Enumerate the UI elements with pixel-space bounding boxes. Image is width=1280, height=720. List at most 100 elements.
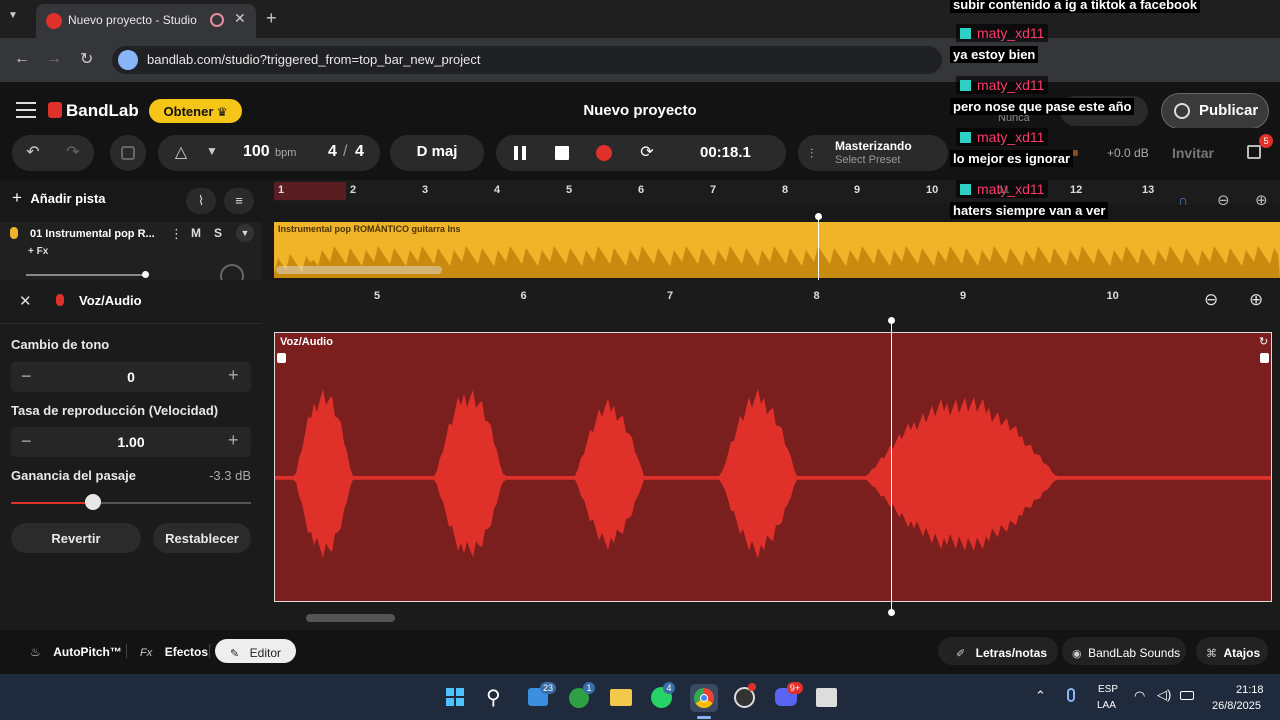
track-more-icon[interactable]: ⋮ — [170, 226, 183, 242]
tray-expand-icon[interactable]: ⌃ — [1035, 688, 1046, 704]
recording-indicator-icon — [210, 13, 224, 27]
close-tab-icon[interactable]: ✕ — [234, 10, 246, 27]
address-bar[interactable]: bandlab.com/studio?triggered_from=top_ba… — [112, 46, 942, 74]
editor-playhead-handle[interactable] — [888, 317, 895, 324]
track-expand-icon[interactable]: ▼ — [236, 224, 254, 242]
track-volume-knob[interactable] — [142, 271, 149, 278]
rate-increase-button[interactable]: + — [228, 430, 239, 451]
track-settings-button[interactable]: ≡ — [224, 188, 254, 214]
loop-region-marker[interactable] — [274, 182, 346, 200]
bpm-value[interactable]: 100 — [243, 143, 270, 161]
editor-ruler[interactable]: 5 6 7 8 9 10 — [274, 280, 1190, 310]
track-header[interactable]: 01 Instrumental pop R... ⋮ M S ▼ + Fx — [0, 222, 262, 288]
autopitch-button[interactable]: ♨ AutoPitch™ — [22, 639, 130, 663]
close-editor-icon[interactable]: ✕ — [19, 292, 32, 310]
editor-horizontal-scrollbar[interactable] — [306, 614, 395, 622]
redo-icon[interactable]: ↷ — [62, 142, 84, 162]
snap-button[interactable] — [110, 135, 146, 171]
horizontal-scrollbar-top[interactable] — [276, 266, 442, 274]
menu-icon[interactable] — [16, 102, 36, 118]
rate-stepper: − 1.00 + — [11, 427, 251, 457]
undo-icon[interactable]: ↶ — [22, 142, 44, 162]
time-signature-denominator[interactable]: 4 — [355, 143, 364, 161]
shortcuts-label: Atajos — [1223, 646, 1261, 660]
widgets-badge: 23 — [540, 682, 556, 694]
key-selector[interactable]: D maj — [390, 135, 484, 171]
back-icon[interactable]: ← — [14, 50, 30, 68]
get-premium-button[interactable]: Obtener ♛ — [149, 99, 242, 123]
rate-value[interactable]: 1.00 — [11, 434, 251, 450]
volume-icon[interactable]: ◁) — [1157, 687, 1171, 703]
shortcuts-button[interactable]: ⌘ Atajos — [1196, 637, 1268, 665]
playhead-top[interactable] — [818, 216, 819, 280]
stop-button[interactable] — [555, 146, 569, 160]
bandlab-sounds-button[interactable]: ◉ BandLab Sounds — [1062, 637, 1186, 665]
battery-icon[interactable] — [1180, 691, 1194, 700]
tab-search-button[interactable]: ▼ — [8, 10, 28, 28]
capture-app-icon[interactable] — [816, 688, 837, 707]
project-title[interactable]: Nuevo proyecto — [560, 102, 720, 119]
editor-tab-button[interactable]: ✎ Editor — [215, 639, 296, 663]
revert-label: Revertir — [51, 530, 101, 546]
ruler-tick-label: 10 — [926, 184, 939, 196]
mute-button[interactable]: M — [186, 226, 206, 240]
language-indicator[interactable]: ESP — [1098, 684, 1118, 695]
clip-fade-out-handle[interactable] — [1260, 353, 1269, 363]
track-name[interactable]: 01 Instrumental pop R... — [30, 228, 165, 240]
chrome-icon[interactable] — [690, 684, 718, 712]
new-tab-button[interactable]: + — [266, 8, 277, 29]
tempo-group: △ ▼ 100 bpm 4 / 4 — [158, 135, 380, 171]
editor-mic-icon — [56, 294, 64, 306]
editor-header: ✕ Voz/Audio — [0, 280, 262, 324]
clip-fade-in-handle[interactable] — [277, 353, 286, 363]
add-track-button[interactable]: + Añadir pista — [12, 188, 122, 214]
reset-label: Restablecer — [165, 530, 239, 546]
bandlab-logo-text[interactable]: BandLab — [66, 101, 139, 121]
file-explorer-icon[interactable] — [610, 689, 632, 706]
pitch-increase-button[interactable]: + — [228, 365, 239, 386]
browser-tab[interactable]: Nuevo proyecto - Studio ✕ — [36, 4, 256, 38]
time-signature-numerator[interactable]: 4 — [328, 143, 337, 161]
reset-button[interactable]: Restablecer — [153, 523, 251, 553]
language-indicator-2: LAA — [1097, 700, 1116, 711]
pitch-value[interactable]: 0 — [11, 369, 251, 385]
track-volume-slider[interactable] — [26, 271, 149, 278]
forward-icon[interactable]: → — [46, 50, 62, 68]
clock-time[interactable]: 21:18 — [1236, 684, 1264, 696]
audio-clip[interactable]: Voz/Audio ↻ — [274, 332, 1272, 602]
search-icon[interactable]: ⚲ — [486, 685, 501, 710]
solo-button[interactable]: S — [208, 226, 228, 240]
record-button[interactable] — [596, 145, 612, 161]
chat-username: maty_xd11 — [956, 180, 1049, 198]
editor-zoom-in-icon[interactable]: ⊕ — [1249, 290, 1263, 310]
mastering-group[interactable]: ⫶ Masterizando Select Preset — [798, 135, 948, 171]
clip-loop-icon[interactable]: ↻ — [1259, 335, 1268, 348]
microphone-tray-icon[interactable] — [1067, 688, 1075, 702]
pause-button[interactable] — [513, 146, 527, 160]
metronome-dropdown-icon[interactable]: ▼ — [206, 144, 218, 158]
editor-playhead[interactable] — [891, 320, 892, 612]
metronome-icon[interactable]: △ — [170, 142, 192, 162]
gain-value: -3.3 dB — [209, 468, 251, 483]
gain-slider[interactable] — [11, 494, 251, 510]
gain-slider-knob[interactable] — [84, 494, 101, 510]
editor-zoom-out-icon[interactable]: ⊖ — [1204, 290, 1218, 310]
undo-redo-group: ↶ ↷ — [12, 135, 94, 171]
loop-icon[interactable]: ⟳ — [636, 142, 658, 162]
automation-button[interactable]: ⌇ — [186, 188, 216, 214]
effects-button[interactable]: Fx Efectos — [136, 639, 212, 663]
pitch-label: Cambio de tono — [11, 337, 110, 352]
site-info-icon[interactable] — [118, 50, 138, 70]
reload-icon[interactable]: ↻ — [80, 49, 93, 69]
ruler-tick-label: 7 — [710, 184, 717, 196]
start-icon[interactable] — [446, 688, 464, 706]
add-fx-button[interactable]: + Fx — [28, 246, 48, 257]
gain-label: Ganancia del pasaje — [11, 468, 137, 483]
playhead-top-handle[interactable] — [815, 213, 822, 220]
transport-group: ⟳ 00:18.1 — [496, 135, 786, 171]
wifi-icon[interactable]: ◠ — [1134, 688, 1145, 704]
lyrics-button[interactable]: ✐ Letras/notas — [938, 637, 1058, 665]
revert-button[interactable]: Revertir — [11, 523, 141, 553]
effects-icon: Fx — [140, 647, 153, 659]
mic-icon — [10, 227, 18, 239]
